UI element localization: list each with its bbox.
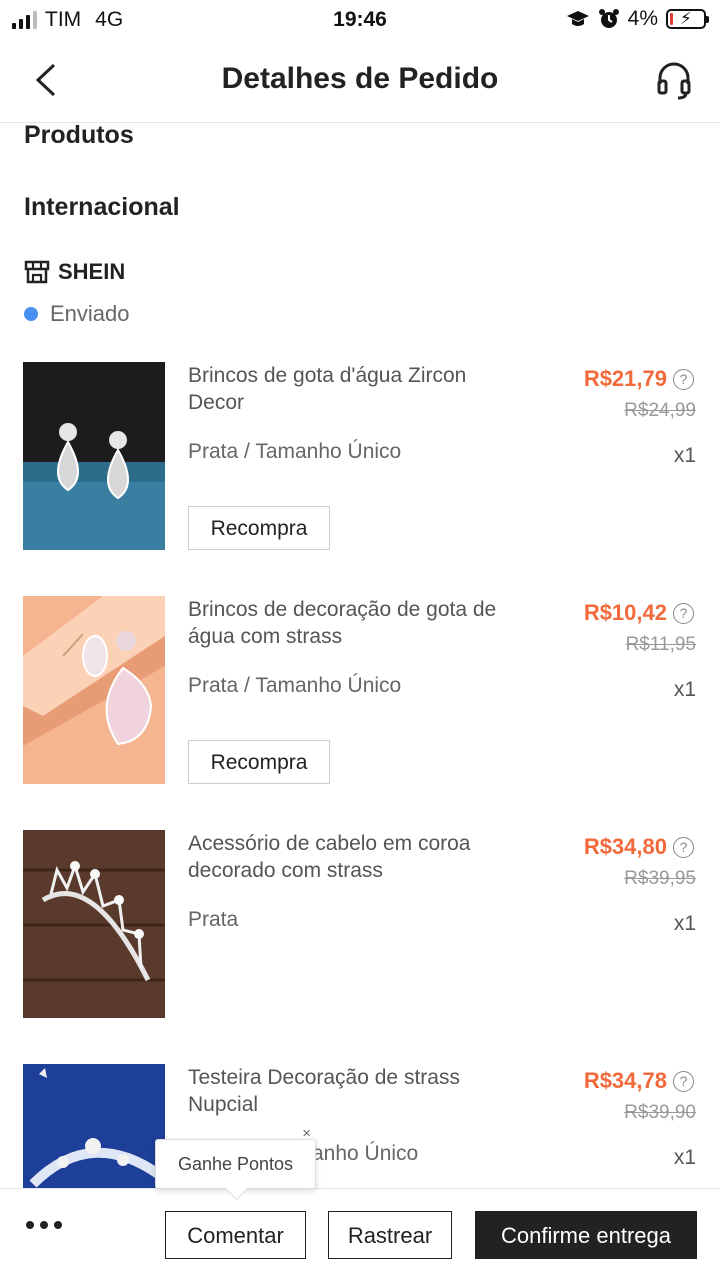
graduation-cap-icon — [566, 11, 589, 26]
product-item[interactable]: Brincos de gota d'água Zircon Decor Prat… — [0, 362, 720, 552]
product-variant: Prata / Tamanho Único — [188, 440, 402, 463]
status-right: 4% ⚡ — [566, 7, 709, 31]
alarm-icon — [598, 9, 619, 28]
product-image[interactable] — [23, 830, 165, 1018]
help-icon[interactable]: ? — [673, 836, 694, 858]
more-options-icon[interactable] — [26, 1221, 62, 1229]
store-row[interactable]: SHEIN — [24, 259, 125, 285]
product-name: Brincos de decoração de gota de água com… — [188, 598, 497, 648]
status-bar: TIM 4G 19:46 4% ⚡ — [0, 0, 720, 40]
bottom-action-bar: Comentar Rastrear Confirme entrega — [0, 1188, 720, 1280]
product-quantity: x1 — [673, 912, 696, 935]
status-dot — [24, 307, 38, 321]
international-heading: Internacional — [24, 193, 180, 221]
product-item[interactable]: Acessório de cabelo em coroa decorado co… — [0, 830, 720, 1020]
price-row: R$21,79 ? — [584, 366, 694, 392]
nav-header: Detalhes de Pedido — [0, 40, 720, 123]
product-image[interactable] — [23, 1064, 165, 1188]
order-content: Produtos Internacional SHEIN Enviado Bri… — [0, 123, 720, 1188]
product-item[interactable]: Brincos de decoração de gota de água com… — [0, 596, 720, 786]
product-price: R$10,42 — [583, 600, 667, 625]
product-quantity: x1 — [673, 444, 696, 467]
price-row: R$34,80 ? — [584, 834, 694, 860]
help-icon[interactable]: ? — [673, 1070, 694, 1092]
original-price: R$24,99 — [624, 400, 696, 421]
product-name: Acessório de cabelo em coroa decorado co… — [188, 832, 471, 882]
track-button[interactable]: Rastrear — [328, 1211, 452, 1259]
product-item[interactable]: Testeira Decoração de strass Nupcial anh… — [0, 1064, 720, 1188]
battery-icon: ⚡ — [666, 9, 709, 29]
original-price: R$11,95 — [625, 634, 696, 655]
help-icon[interactable]: ? — [673, 602, 694, 624]
original-price: R$39,95 — [624, 868, 696, 889]
product-variant: Prata / Tamanho Único — [188, 674, 402, 697]
product-variant: Prata — [188, 908, 239, 931]
product-quantity: x1 — [673, 1146, 696, 1169]
product-price: R$34,80 — [583, 834, 667, 859]
rebuy-button[interactable]: Recompra — [188, 740, 330, 784]
product-image[interactable] — [23, 362, 165, 550]
product-quantity: x1 — [673, 678, 696, 701]
product-name: Testeira Decoração de strass Nupcial — [188, 1066, 460, 1116]
shipping-status: Enviado — [24, 301, 130, 327]
status-text: Enviado — [50, 301, 130, 326]
tooltip-text: Ganhe Pontos — [177, 1154, 294, 1174]
battery-percent: 4% — [627, 7, 658, 30]
product-price: R$21,79 — [583, 366, 667, 391]
headset-icon[interactable] — [656, 60, 692, 100]
products-heading: Produtos — [24, 123, 134, 149]
product-price: R$34,78 — [583, 1068, 667, 1093]
page-title: Detalhes de Pedido — [221, 62, 499, 95]
confirm-delivery-button[interactable]: Confirme entrega — [475, 1211, 697, 1259]
comment-button[interactable]: Comentar — [165, 1211, 306, 1259]
original-price: R$39,90 — [624, 1102, 696, 1123]
store-name: SHEIN — [58, 259, 126, 284]
close-icon[interactable]: × — [302, 1124, 311, 1144]
store-icon — [24, 260, 50, 284]
product-name: Brincos de gota d'água Zircon Decor — [188, 364, 467, 414]
price-row: R$34,78 ? — [584, 1068, 694, 1094]
points-tooltip[interactable]: Ganhe Pontos × — [155, 1125, 316, 1189]
help-icon[interactable]: ? — [673, 368, 694, 390]
rebuy-button[interactable]: Recompra — [188, 506, 330, 550]
product-image[interactable] — [23, 596, 165, 784]
product-variant: anho Único — [312, 1142, 419, 1165]
price-row: R$10,42 ? — [584, 600, 694, 626]
